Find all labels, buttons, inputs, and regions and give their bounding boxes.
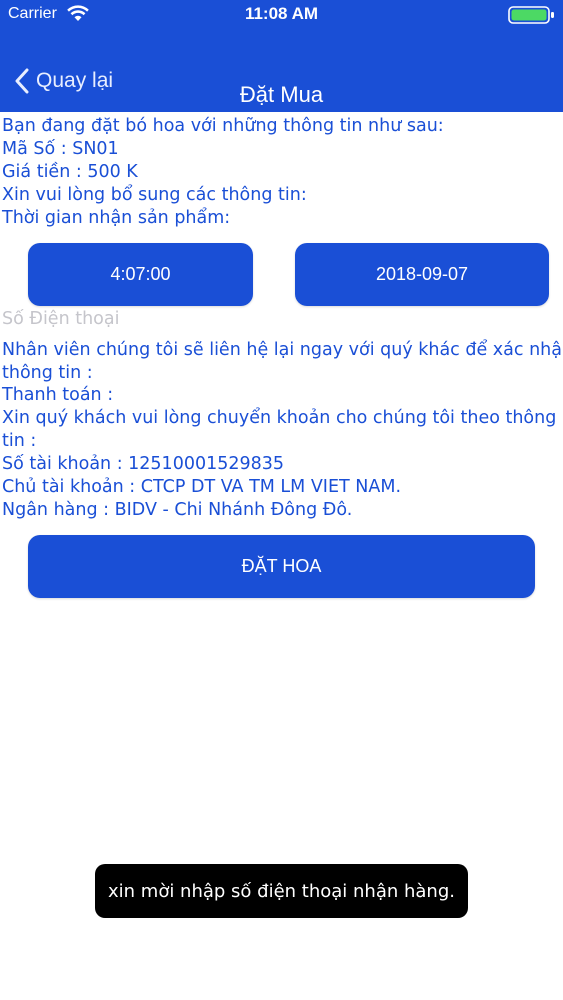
payment-instruction-line-2: tin : xyxy=(2,431,37,451)
order-intro-text: Bạn đang đặt bó hoa với những thông tin … xyxy=(2,116,444,136)
order-flower-button[interactable]: ĐẶT HOA xyxy=(28,535,535,598)
order-price-text: Giá tiền : 500 K xyxy=(2,162,138,182)
toast-message: xin mời nhập số điện thoại nhận hàng. xyxy=(95,864,468,918)
header: Carrier 11:08 AM Quay lại Đặt Mua xyxy=(0,0,563,112)
payment-heading: Thanh toán : xyxy=(2,385,114,405)
status-time: 11:08 AM xyxy=(244,4,319,23)
date-picker-button[interactable]: 2018-09-07 xyxy=(295,243,549,306)
battery-icon xyxy=(508,6,554,24)
receive-time-label: Thời gian nhận sản phẩm: xyxy=(2,208,231,228)
phone-number-input[interactable] xyxy=(2,307,542,331)
bank-text: Ngân hàng : BIDV - Chi Nhánh Đông Đô. xyxy=(2,500,353,520)
order-code-text: Mã Số : SN01 xyxy=(2,139,119,159)
navigation-bar: Quay lại Đặt Mua xyxy=(0,30,563,112)
contact-note-line-1: Nhân viên chúng tôi sẽ liên hệ lại ngay … xyxy=(2,340,563,360)
time-picker-button[interactable]: 4:07:00 xyxy=(28,243,253,306)
payment-instruction-line-1: Xin quý khách vui lòng chuyển khoản cho … xyxy=(2,408,557,428)
page-title: Đặt Mua xyxy=(239,82,324,107)
status-bar: Carrier 11:08 AM xyxy=(0,0,563,30)
account-holder-text: Chủ tài khoản : CTCP DT VA TM LM VIET NA… xyxy=(2,477,402,497)
supplement-prompt-text: Xin vui lòng bổ sung các thông tin: xyxy=(2,185,307,205)
account-number-text: Số tài khoản : 12510001529835 xyxy=(2,454,285,474)
contact-note-line-2: thông tin : xyxy=(2,363,93,383)
